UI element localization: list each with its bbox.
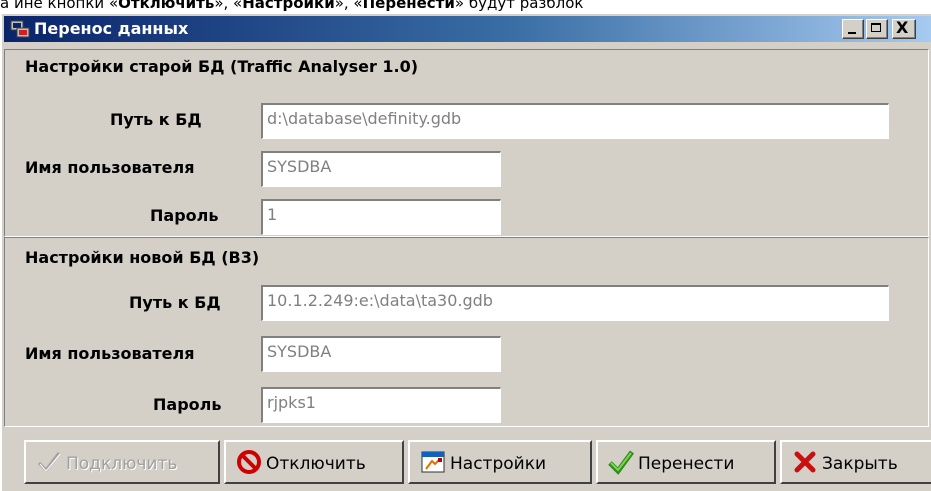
- maximize-icon: [871, 23, 881, 32]
- old-db-user-input[interactable]: SYSDBA: [261, 151, 501, 187]
- doc-text-bold-2: Настройки: [242, 0, 335, 12]
- old-db-password-input[interactable]: 1: [261, 199, 501, 235]
- old-db-password-label: Пароль: [150, 206, 219, 225]
- transfer-button-label: Перенести: [638, 454, 735, 474]
- transfer-button[interactable]: Перенести: [596, 440, 776, 484]
- app-icon: [10, 20, 30, 38]
- new-db-user-label: Имя пользователя: [25, 344, 195, 363]
- old-db-settings-panel: Настройки старой БД (Traffic Analyser 1.…: [4, 49, 929, 237]
- new-db-path-input[interactable]: 10.1.2.249:e:\data\ta30.gdb: [261, 285, 889, 321]
- doc-text-prefix: а ине кнопки «: [0, 0, 119, 12]
- check-icon: [37, 452, 61, 473]
- title-bar[interactable]: Перенос данных X: [4, 16, 931, 42]
- old-db-path-input[interactable]: d:\database\definity.gdb: [261, 103, 889, 139]
- close-button[interactable]: Закрыть: [780, 440, 931, 484]
- old-db-user-label: Имя пользователя: [25, 158, 195, 177]
- doc-text-mid-1: », «: [214, 0, 243, 12]
- old-db-path-label: Путь к БД: [110, 110, 202, 129]
- doc-text-bold-3: Перенести: [362, 0, 455, 12]
- new-db-password-label: Пароль: [153, 395, 222, 414]
- doc-text-mid-2: », «: [334, 0, 363, 12]
- window-title: Перенос данных: [34, 19, 189, 38]
- settings-window-icon: [421, 451, 445, 473]
- connect-button-label: Подключить: [66, 454, 178, 474]
- minimize-button[interactable]: [842, 19, 864, 39]
- red-x-icon: [794, 451, 816, 473]
- maximize-button[interactable]: [866, 19, 888, 39]
- old-db-section-title: Настройки старой БД (Traffic Analyser 1.…: [25, 57, 419, 76]
- disconnect-button-label: Отключить: [266, 454, 366, 474]
- no-entry-icon: [237, 450, 261, 474]
- close-button-label: Закрыть: [822, 454, 898, 474]
- close-icon: X: [896, 18, 909, 37]
- document-background-text: а ине кнопки «Отключить», «Настройки», «…: [0, 0, 931, 14]
- settings-button[interactable]: Настройки: [408, 440, 592, 484]
- data-transfer-window: Перенос данных X Настройки старой БД (Tr…: [0, 14, 931, 491]
- new-db-user-input[interactable]: SYSDBA: [261, 336, 501, 372]
- new-db-password-input[interactable]: rjpks1: [261, 387, 501, 423]
- new-db-settings-panel: Настройки новой БД (B3) Путь к БД 10.1.2…: [4, 237, 929, 427]
- doc-text-bold-1: Отключить: [118, 0, 215, 12]
- disconnect-button[interactable]: Отключить: [224, 440, 404, 484]
- settings-button-label: Настройки: [450, 454, 547, 474]
- connect-button[interactable]: Подключить: [24, 440, 220, 484]
- close-window-button[interactable]: X: [892, 19, 916, 39]
- new-db-section-title: Настройки новой БД (B3): [25, 248, 260, 267]
- green-check-icon: [608, 450, 634, 475]
- new-db-path-label: Путь к БД: [129, 293, 221, 312]
- action-toolbar: Подключить Отключить Настройки Перенести…: [2, 427, 931, 491]
- minimize-icon: [848, 32, 856, 34]
- doc-text-suffix: » будут разблок: [454, 0, 584, 12]
